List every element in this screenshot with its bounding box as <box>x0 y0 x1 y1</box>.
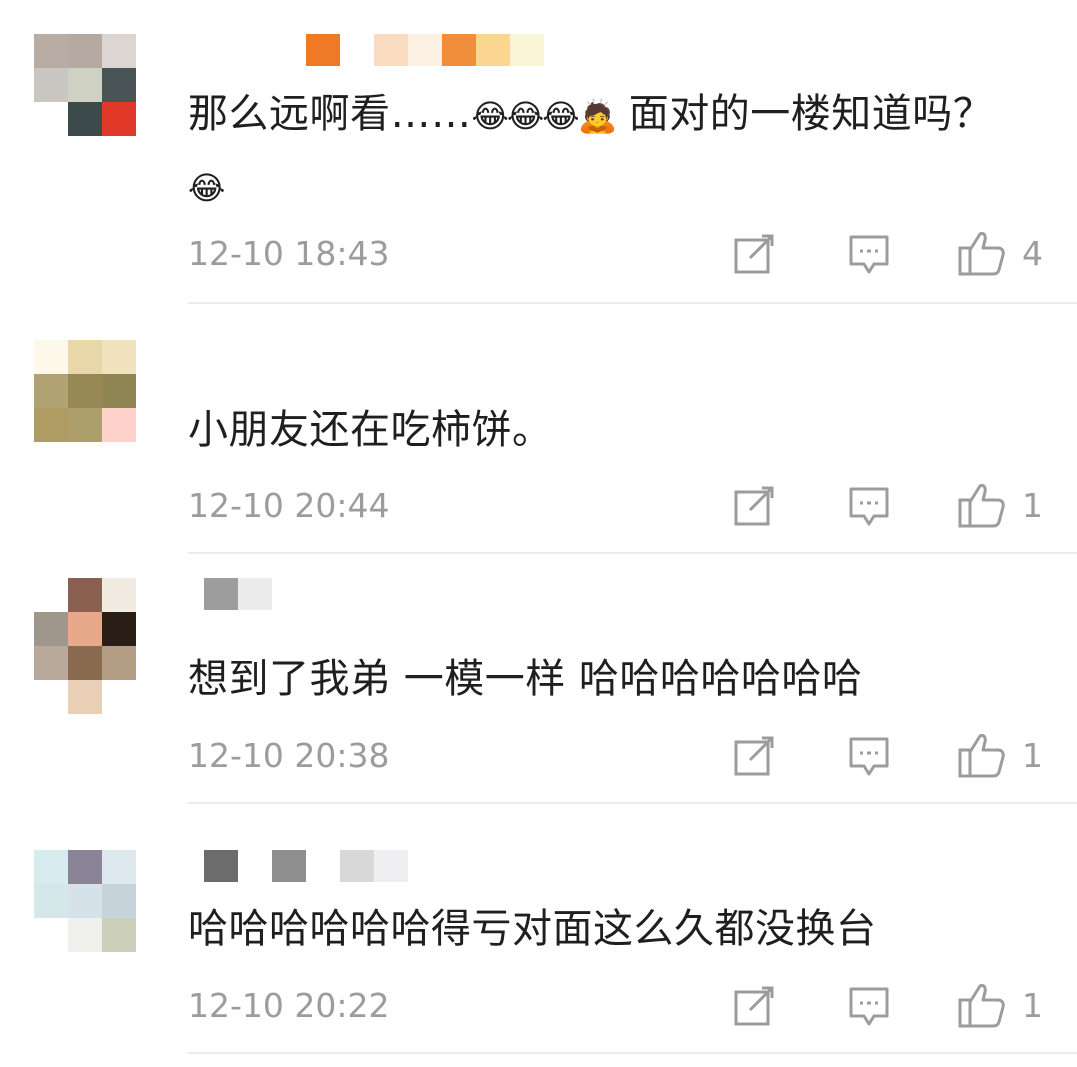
divider <box>188 1052 1077 1054</box>
comment-time: 12-10 20:22 <box>188 986 390 1025</box>
like-button[interactable] <box>958 732 1006 778</box>
reply-button[interactable] <box>848 234 890 276</box>
like-button[interactable] <box>958 982 1006 1028</box>
comment-time: 12-10 20:38 <box>188 736 390 775</box>
like-count: 1 <box>1022 486 1043 525</box>
thumbs-up-icon <box>958 984 1005 1028</box>
comment-text: 小朋友还在吃柿饼。 <box>188 407 553 453</box>
comment-item: 小朋友还在吃柿饼。 12-10 20:44 1 <box>0 340 1077 550</box>
reply-comment-icon <box>849 737 889 776</box>
comment-text: 那么远啊看……😂😂😂🙇 面对的一楼知道吗？ 😂 <box>188 79 1028 223</box>
reply-comment-icon <box>849 987 889 1026</box>
reply-button[interactable] <box>848 986 890 1028</box>
comment-item: 哈哈哈哈哈哈得亏对面这么久都没换台 12-10 20:22 1 <box>0 850 1077 1060</box>
share-edit-button[interactable] <box>734 986 776 1026</box>
avatar[interactable] <box>34 578 136 714</box>
username[interactable] <box>188 850 428 882</box>
reply-comment-icon <box>849 487 889 526</box>
username[interactable] <box>188 34 548 66</box>
like-count: 4 <box>1022 234 1043 273</box>
share-edit-icon <box>734 736 774 776</box>
divider <box>188 302 1077 304</box>
share-edit-button[interactable] <box>734 486 776 526</box>
comment-item: 那么远啊看……😂😂😂🙇 面对的一楼知道吗？ 😂 12-10 18:43 4 <box>0 34 1077 304</box>
avatar[interactable] <box>34 340 136 442</box>
share-edit-icon <box>734 486 774 526</box>
share-edit-button[interactable] <box>734 234 776 274</box>
comment-text: 想到了我弟 一模一样 哈哈哈哈哈哈哈 <box>188 656 863 702</box>
avatar[interactable] <box>34 850 136 952</box>
thumbs-up-icon <box>958 734 1005 778</box>
comment-text-part: 面对的一楼知道吗？ <box>615 91 994 137</box>
like-count: 1 <box>1022 736 1043 775</box>
comment-time: 12-10 18:43 <box>188 234 390 273</box>
divider <box>188 552 1077 554</box>
like-button[interactable] <box>958 230 1006 276</box>
share-edit-button[interactable] <box>734 736 776 776</box>
like-count: 1 <box>1022 986 1043 1025</box>
reply-button[interactable] <box>848 736 890 778</box>
comment-time: 12-10 20:44 <box>188 486 390 525</box>
thumbs-up-icon <box>958 484 1005 528</box>
thumbs-up-icon <box>958 232 1005 276</box>
divider <box>188 802 1077 804</box>
reply-button[interactable] <box>848 486 890 528</box>
emoji: 😂 <box>188 169 225 207</box>
username[interactable] <box>188 578 308 610</box>
avatar[interactable] <box>34 34 136 136</box>
comment-text: 哈哈哈哈哈哈得亏对面这么久都没换台 <box>188 906 877 952</box>
share-edit-icon <box>734 234 774 274</box>
comment-text-part: 那么远啊看…… <box>188 91 472 137</box>
emoji-group: 😂😂😂🙇 <box>471 97 618 135</box>
like-button[interactable] <box>958 482 1006 528</box>
comment-item: 想到了我弟 一模一样 哈哈哈哈哈哈哈 12-10 20:38 1 <box>0 578 1077 800</box>
reply-comment-icon <box>849 235 889 274</box>
share-edit-icon <box>734 986 774 1026</box>
